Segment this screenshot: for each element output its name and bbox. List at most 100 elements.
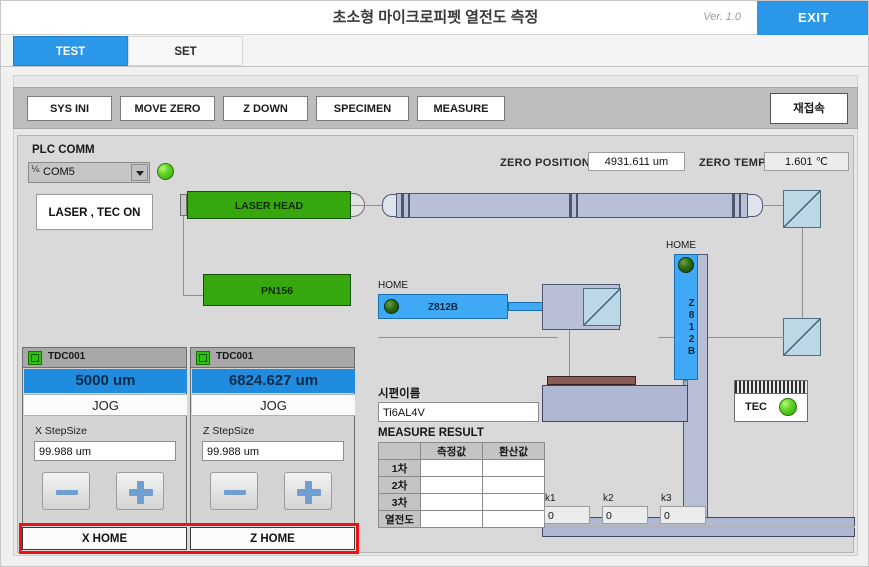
cell-1-measured[interactable] — [420, 459, 483, 477]
stage-block — [542, 385, 688, 422]
home-label-vertical: HOME — [666, 240, 696, 251]
motor-z-header: TDC001 — [191, 348, 354, 368]
z812b-vertical-home-led — [678, 257, 694, 273]
measure-button[interactable]: MEASURE — [417, 96, 505, 121]
tube-divider-2 — [408, 193, 410, 218]
beam-splitter-center — [583, 288, 621, 326]
tube-divider-6 — [739, 193, 741, 218]
minus-icon — [56, 490, 78, 495]
beam-line-vertical-right — [802, 228, 803, 318]
k1-label: k1 — [545, 493, 556, 504]
action-toolbar: SYS INI MOVE ZERO Z DOWN SPECIMEN MEASUR… — [13, 87, 858, 129]
z-stepsize-label: Z StepSize — [203, 425, 255, 437]
z-down-button[interactable]: Z DOWN — [223, 96, 308, 121]
motor-x-jog-label: JOG — [24, 394, 187, 416]
com-port-select[interactable]: ⅙ COM5 — [28, 162, 150, 183]
plus-icon-vertical — [137, 481, 144, 504]
specimen-button[interactable]: SPECIMEN — [316, 96, 409, 121]
row-label-1: 1차 — [378, 459, 421, 477]
z812b-horizontal-shaft — [508, 302, 544, 311]
x-stepsize-input[interactable]: 99.988 um — [34, 441, 176, 461]
row-label-3: 3차 — [378, 493, 421, 511]
z-home-button[interactable]: Z HOME — [190, 527, 355, 550]
table-header-row: 측정값 환산값 — [378, 442, 545, 460]
motor-x-readout: 5000 um — [24, 369, 187, 393]
laser-connector — [180, 194, 187, 216]
chevron-down-icon[interactable] — [131, 164, 148, 181]
z-decrement-button[interactable] — [210, 472, 258, 510]
x-home-button[interactable]: X HOME — [22, 527, 187, 550]
z812b-horizontal-home-led — [384, 299, 399, 314]
motor-x-title: TDC001 — [48, 351, 86, 362]
sys-ini-button[interactable]: SYS INI — [27, 96, 112, 121]
pn156-block: PN156 — [203, 274, 351, 306]
row-label-2: 2차 — [378, 476, 421, 494]
laser-head-block: LASER HEAD — [187, 191, 351, 219]
plc-status-led — [157, 163, 174, 180]
minus-icon-2 — [224, 490, 246, 495]
ratio-icon: ⅙ — [31, 164, 40, 174]
specimen-name-input[interactable]: Ti6AL4V — [378, 402, 539, 422]
measure-result-label: MEASURE RESULT — [378, 427, 484, 439]
tab-test[interactable]: TEST — [13, 36, 128, 66]
title-bar: 초소형 마이크로피펫 열전도 측정 Ver. 1.0 EXIT — [1, 1, 868, 35]
tube-divider-3 — [569, 193, 572, 218]
cell-2-measured[interactable] — [420, 476, 483, 494]
motor-icon — [28, 351, 42, 365]
tab-set[interactable]: SET — [128, 36, 243, 66]
exit-button[interactable]: EXIT — [757, 1, 868, 35]
row-label-conductivity: 열전도 — [378, 510, 421, 528]
laser-tec-on-button[interactable]: LASER , TEC ON — [36, 194, 153, 230]
x-stepsize-label: X StepSize — [35, 425, 87, 437]
beam-splitter-diagonal-icon-3 — [584, 289, 620, 325]
beam-splitter-diagonal-icon — [784, 191, 820, 227]
zero-temp-label: ZERO TEMP — [699, 157, 766, 169]
tec-module: TEC — [734, 380, 808, 422]
zero-temp-value: 1.601 ℃ — [764, 152, 849, 171]
k2-label: k2 — [603, 493, 614, 504]
tube-divider-1 — [401, 193, 404, 218]
cell-3-converted[interactable] — [482, 493, 545, 511]
beam-splitter-lower — [783, 318, 821, 356]
z-stepsize-input[interactable]: 99.988 um — [202, 441, 344, 461]
cell-1-converted[interactable] — [482, 459, 545, 477]
plc-comm-label: PLC COMM — [32, 144, 95, 156]
k2-input[interactable]: 0 — [602, 506, 648, 524]
zero-position-value: 4931.611 um — [588, 152, 685, 171]
heatsink-fins-icon — [735, 381, 807, 394]
cell-conductivity-converted[interactable] — [482, 510, 545, 528]
laser-cable-vertical — [183, 216, 184, 295]
motor-z-title: TDC001 — [216, 351, 254, 362]
tube-divider-5 — [732, 193, 735, 218]
tube-divider-4 — [576, 193, 578, 218]
x-decrement-button[interactable] — [42, 472, 90, 510]
motor-panel-x: TDC001 5000 um JOG X StepSize 99.988 um — [22, 347, 187, 525]
cell-3-measured[interactable] — [420, 493, 483, 511]
x-increment-button[interactable] — [116, 472, 164, 510]
specimen-name-label: 시편이름 — [378, 388, 421, 400]
cell-2-converted[interactable] — [482, 476, 545, 494]
motor-icon-2 — [196, 351, 210, 365]
z-increment-button[interactable] — [284, 472, 332, 510]
measure-result-table: 측정값 환산값 1차 2차 3차 열전도 — [378, 442, 545, 528]
zero-position-label: ZERO POSITION — [500, 157, 591, 169]
k3-input[interactable]: 0 — [660, 506, 706, 524]
table-row: 2차 — [378, 476, 545, 494]
reconnect-button[interactable]: 재접속 — [770, 93, 848, 124]
motor-panel-z: TDC001 6824.627 um JOG Z StepSize 99.988… — [190, 347, 355, 525]
cell-conductivity-measured[interactable] — [420, 510, 483, 528]
k1-input[interactable]: 0 — [544, 506, 590, 524]
tec-label: TEC — [745, 401, 767, 413]
k3-label: k3 — [661, 493, 672, 504]
move-zero-button[interactable]: MOVE ZERO — [120, 96, 215, 121]
tab-filler — [243, 36, 868, 66]
beam-line-lower-left — [378, 337, 558, 338]
optical-tube — [396, 193, 748, 218]
column-header-measured: 측정값 — [420, 442, 483, 460]
column-header-converted: 환산값 — [482, 442, 545, 460]
motor-x-header: TDC001 — [23, 348, 186, 368]
home-label-horizontal: HOME — [378, 280, 408, 291]
table-row: 열전도 — [378, 510, 545, 528]
beam-splitter-upper — [783, 190, 821, 228]
tube-end-right — [747, 194, 763, 217]
